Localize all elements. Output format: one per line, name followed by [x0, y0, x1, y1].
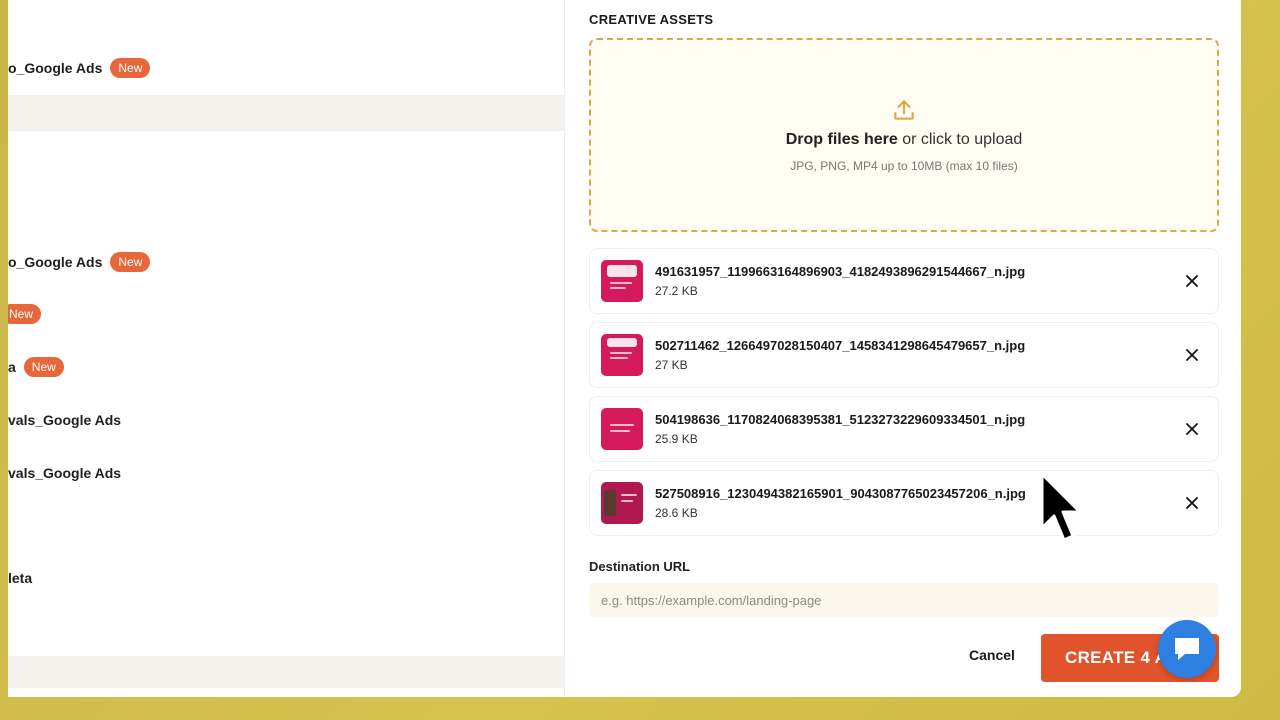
- file-thumbnail: [601, 482, 643, 524]
- upload-icon: [894, 100, 914, 120]
- list-item[interactable]: o_Google Ads New: [8, 252, 151, 272]
- file-size: 27.2 KB: [655, 284, 698, 298]
- close-icon: [1186, 423, 1198, 435]
- file-name: 527508916_1230494382165901_9043087765023…: [655, 486, 1026, 501]
- list-item-label: leta: [8, 570, 33, 586]
- dropzone-main-bold: Drop files here: [785, 131, 898, 148]
- file-name: 491631957_1199663164896903_4182493896291…: [655, 264, 1026, 279]
- create-ads-panel: CREATIVE ASSETS Drop files here or click…: [564, 0, 1241, 697]
- file-row: 504198636_1170824068395381_5123273229609…: [589, 396, 1219, 462]
- app-window: o_Google Ads New o_Google Ads New New a …: [8, 0, 1241, 697]
- list-item-label: vals_Google Ads: [8, 465, 122, 481]
- file-thumbnail: [601, 334, 643, 376]
- dropzone-hint: JPG, PNG, MP4 up to 10MB (max 10 files): [790, 159, 1018, 173]
- dropzone-main-rest: or click to upload: [897, 131, 1023, 148]
- new-badge: New: [110, 252, 151, 272]
- list-item[interactable]: leta: [8, 570, 32, 586]
- list-row-highlight: [8, 656, 564, 688]
- new-badge: New: [110, 58, 151, 78]
- list-item-label: vals_Google Ads: [8, 412, 122, 428]
- file-size: 27 KB: [655, 358, 688, 372]
- new-badge: New: [23, 357, 64, 377]
- list-row-highlight: [8, 95, 564, 131]
- list-item[interactable]: o_Google Ads New: [8, 58, 151, 78]
- close-icon: [1186, 349, 1198, 361]
- cancel-button[interactable]: Cancel: [969, 647, 1015, 663]
- chat-support-button[interactable]: [1158, 620, 1216, 678]
- list-item-label: o_Google Ads: [8, 60, 103, 76]
- list-item-label: a: [8, 359, 16, 375]
- file-size: 28.6 KB: [655, 506, 698, 520]
- file-name: 504198636_1170824068395381_5123273229609…: [655, 412, 1026, 427]
- remove-file-button[interactable]: [1178, 341, 1206, 369]
- dropzone-instructions: Drop files here or click to upload: [786, 131, 1023, 149]
- ad-list-pane: o_Google Ads New o_Google Ads New New a …: [8, 0, 564, 697]
- close-icon: [1186, 275, 1198, 287]
- file-row: 502711462_1266497028150407_1458341298645…: [589, 322, 1219, 388]
- remove-file-button[interactable]: [1178, 489, 1206, 517]
- remove-file-button[interactable]: [1178, 415, 1206, 443]
- file-name: 502711462_1266497028150407_1458341298645…: [655, 338, 1026, 353]
- list-item[interactable]: vals_Google Ads: [8, 412, 121, 428]
- new-badge: New: [8, 304, 42, 324]
- list-item[interactable]: New: [8, 304, 42, 324]
- file-row: 491631957_1199663164896903_4182493896291…: [589, 248, 1219, 314]
- file-size: 25.9 KB: [655, 432, 698, 446]
- list-item[interactable]: a New: [8, 357, 64, 377]
- file-row: 527508916_1230494382165901_9043087765023…: [589, 470, 1219, 536]
- remove-file-button[interactable]: [1178, 267, 1206, 295]
- section-title: CREATIVE ASSETS: [589, 12, 714, 27]
- chat-bubble-icon: [1175, 638, 1199, 660]
- list-item-label: o_Google Ads: [8, 254, 103, 270]
- file-thumbnail: [601, 408, 643, 450]
- destination-url-input[interactable]: [589, 583, 1219, 617]
- destination-url-label: Destination URL: [589, 559, 691, 574]
- list-item[interactable]: vals_Google Ads: [8, 465, 121, 481]
- file-thumbnail: [601, 260, 643, 302]
- file-dropzone[interactable]: Drop files here or click to upload JPG, …: [589, 38, 1219, 232]
- close-icon: [1186, 497, 1198, 509]
